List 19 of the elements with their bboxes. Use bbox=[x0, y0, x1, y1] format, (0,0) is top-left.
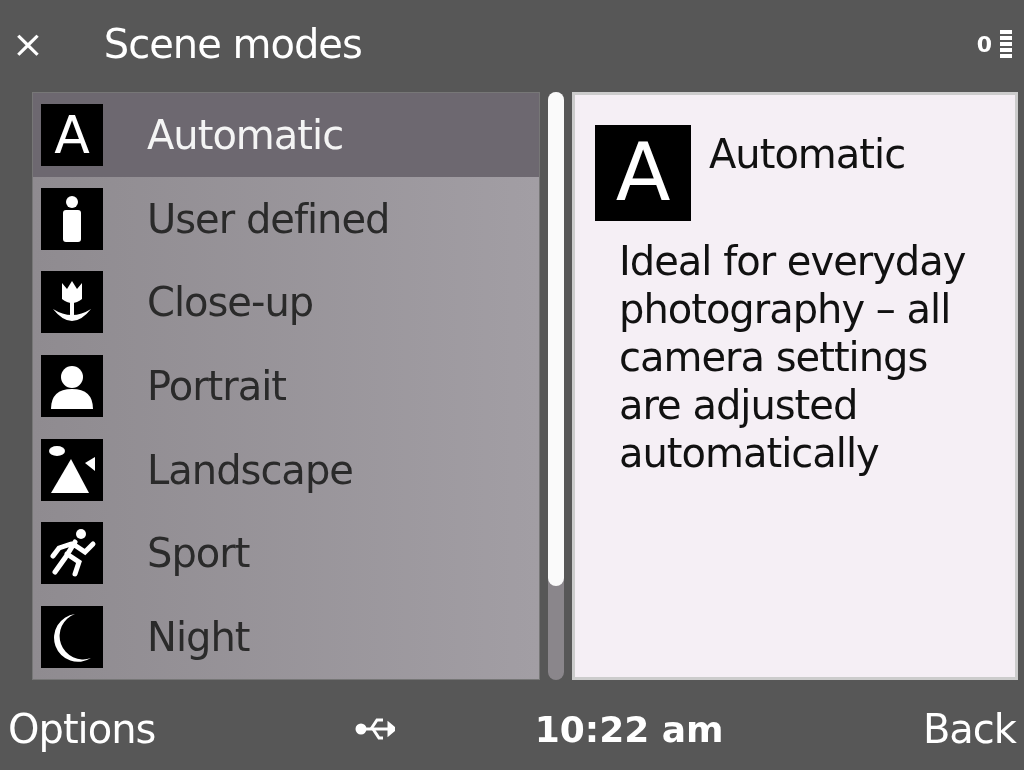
screen-title: Scene modes bbox=[103, 21, 363, 67]
scene-item[interactable]: Close-up bbox=[33, 260, 539, 345]
clock-time: 10:22 am bbox=[534, 708, 724, 750]
scene-item[interactable]: Landscape bbox=[33, 427, 539, 512]
scene-item[interactable]: Portrait bbox=[33, 344, 539, 428]
letter-icon: A bbox=[595, 125, 691, 221]
close-button[interactable]: × bbox=[12, 22, 44, 66]
scene-item[interactable]: Night bbox=[33, 595, 539, 680]
scrollbar[interactable] bbox=[548, 92, 564, 680]
indicator-text: 0 bbox=[976, 31, 992, 57]
options-softkey[interactable]: Options bbox=[8, 706, 156, 752]
letter-icon: A bbox=[41, 103, 103, 166]
signal-bars-icon bbox=[1000, 28, 1012, 60]
scene-item[interactable]: A Automatic bbox=[33, 93, 539, 177]
preview-description: Ideal for everyday photography – all camera settings are adjusted automatically bbox=[619, 237, 967, 477]
scene-item[interactable]: Sport bbox=[33, 511, 539, 596]
scene-item[interactable]: User defined bbox=[33, 176, 539, 261]
preview-title: Automatic bbox=[709, 131, 906, 177]
back-softkey[interactable]: Back bbox=[922, 706, 1016, 752]
